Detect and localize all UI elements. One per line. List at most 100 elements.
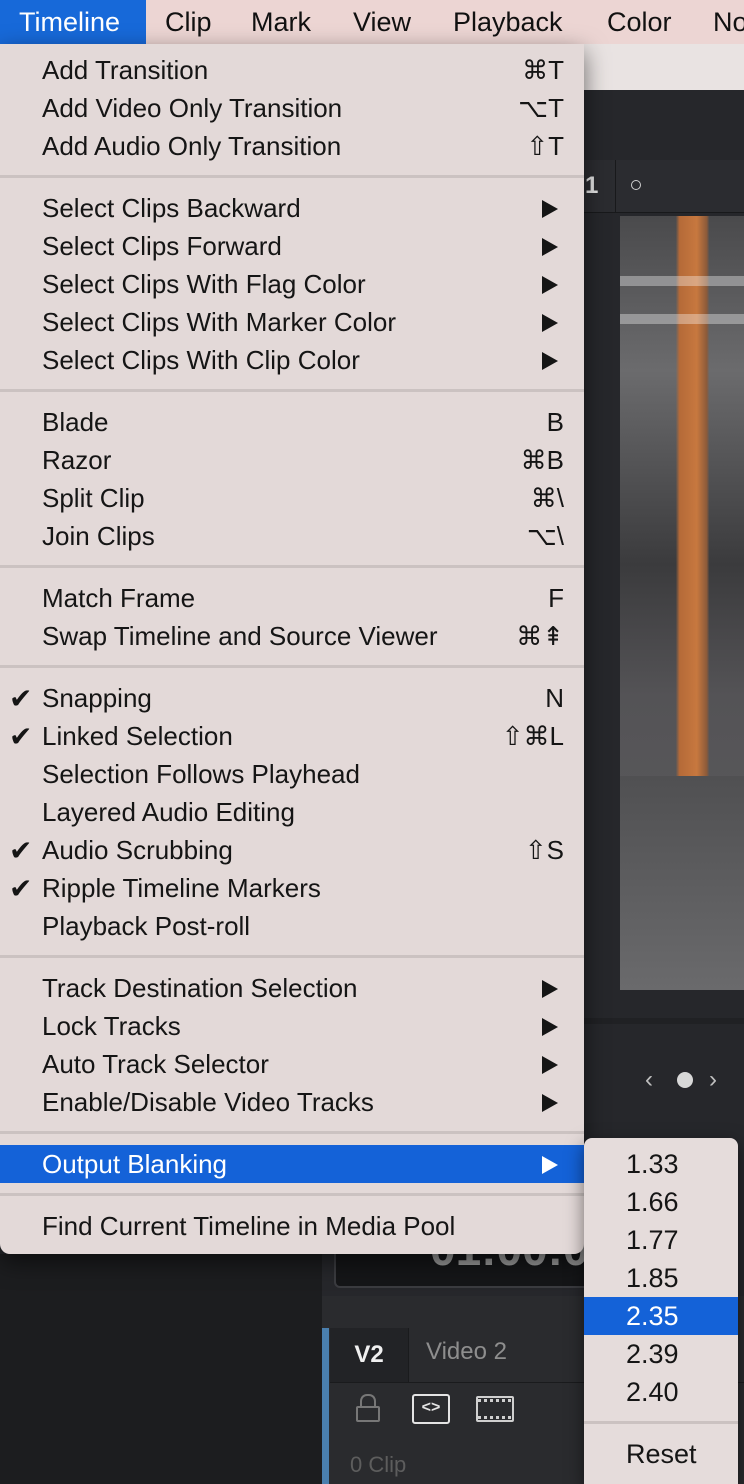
menu-item-find-current-timeline-in-media-pool[interactable]: Find Current Timeline in Media Pool	[0, 1207, 584, 1245]
submenu-arrow-icon	[542, 352, 558, 370]
submenu-item-2-35[interactable]: 2.35	[584, 1297, 738, 1335]
menu-item-shortcut: F	[548, 583, 564, 613]
menu-item-layered-audio-editing[interactable]: Layered Audio Editing	[0, 793, 584, 831]
reset-button[interactable]: Reset	[584, 1435, 738, 1473]
viewer-dot-icon[interactable]	[631, 180, 641, 190]
menu-item-select-clips-forward[interactable]: Select Clips Forward	[0, 227, 584, 265]
menu-item-label: Output Blanking	[42, 1149, 228, 1179]
menu-item-label: Add Video Only Transition	[42, 93, 343, 123]
menu-bar: Timeline Clip Mark View Playback Color No	[0, 0, 744, 44]
playhead-dot-icon[interactable]	[677, 1072, 693, 1088]
menu-item-label: Select Clips With Flag Color	[42, 269, 366, 299]
lock-icon[interactable]	[356, 1394, 380, 1422]
submenu-item-1-77[interactable]: 1.77	[584, 1221, 738, 1259]
menu-item-enable-disable-video-tracks[interactable]: Enable/Disable Video Tracks	[0, 1083, 584, 1121]
menu-item-shortcut: ⇧S	[524, 835, 564, 865]
submenu-item-label: 1.66	[626, 1187, 679, 1217]
checkmark-icon: ✔	[9, 835, 33, 866]
menu-item-shortcut: ⌘T	[522, 55, 564, 85]
clip-count: 0 Clip	[350, 1452, 407, 1477]
menubar-item-playback[interactable]: Playback	[434, 0, 588, 44]
menu-item-label: Select Clips With Clip Color	[42, 345, 360, 375]
menu-item-playback-post-roll[interactable]: Playback Post-roll	[0, 907, 584, 945]
menu-item-auto-track-selector[interactable]: Auto Track Selector	[0, 1045, 584, 1083]
menu-item-label: Blade	[42, 407, 109, 437]
menu-item-linked-selection[interactable]: ✔ Linked Selection ⇧⌘L	[0, 717, 584, 755]
menubar-item-no[interactable]: No	[694, 0, 744, 44]
menu-separator	[0, 955, 584, 958]
menu-item-add-video-only-transition[interactable]: Add Video Only Transition ⌥T	[0, 89, 584, 127]
menu-item-shortcut: ⌘B	[520, 445, 564, 475]
menu-item-select-clips-backward[interactable]: Select Clips Backward	[0, 189, 584, 227]
menu-item-label: Add Transition	[42, 55, 209, 85]
menu-item-add-audio-only-transition[interactable]: Add Audio Only Transition ⇧T	[0, 127, 584, 165]
menu-item-select-clips-with-marker-color[interactable]: Select Clips With Marker Color	[0, 303, 584, 341]
menu-item-label: Add Audio Only Transition	[42, 131, 342, 161]
viewer-nav: ‹ ›	[585, 1060, 744, 1102]
menubar-item-color[interactable]: Color	[588, 0, 694, 44]
menu-item-label: Find Current Timeline in Media Pool	[42, 1211, 456, 1241]
film-icon[interactable]	[476, 1396, 514, 1422]
reset-label: Reset	[626, 1439, 697, 1469]
menu-item-lock-tracks[interactable]: Lock Tracks	[0, 1007, 584, 1045]
menu-item-label: Lock Tracks	[42, 1011, 181, 1041]
submenu-arrow-icon	[542, 276, 558, 294]
left-panel	[0, 1254, 322, 1484]
submenu-item-label: 1.85	[626, 1263, 679, 1293]
menu-item-snapping[interactable]: ✔ Snapping N	[0, 679, 584, 717]
menu-item-label: Selection Follows Playhead	[42, 759, 360, 789]
previous-icon[interactable]: ‹	[645, 1066, 653, 1094]
submenu-arrow-icon	[542, 238, 558, 256]
menu-item-ripple-timeline-markers[interactable]: ✔ Ripple Timeline Markers	[0, 869, 584, 907]
menu-item-track-destination-selection[interactable]: Track Destination Selection	[0, 969, 584, 1007]
menubar-item-clip[interactable]: Clip	[146, 0, 232, 44]
menu-item-shortcut: N	[545, 683, 564, 713]
menu-separator	[0, 389, 584, 392]
checkmark-icon: ✔	[9, 721, 33, 752]
menu-item-blade[interactable]: Blade B	[0, 403, 584, 441]
submenu-item-1-33[interactable]: 1.33	[584, 1145, 738, 1183]
next-icon[interactable]: ›	[709, 1066, 717, 1094]
menu-item-shortcut: ⌘⇞	[516, 621, 564, 651]
menu-item-output-blanking[interactable]: Output Blanking	[0, 1145, 584, 1183]
submenu-arrow-icon	[542, 314, 558, 332]
viewer-video-frame	[620, 216, 744, 990]
menu-separator	[0, 1193, 584, 1196]
submenu-item-2-40[interactable]: 2.40	[584, 1373, 738, 1411]
menu-item-add-transition[interactable]: Add Transition ⌘T	[0, 51, 584, 89]
submenu-item-1-85[interactable]: 1.85	[584, 1259, 738, 1297]
submenu-item-label: 1.77	[626, 1225, 679, 1255]
menu-item-split-clip[interactable]: Split Clip ⌘\	[0, 479, 584, 517]
menu-item-select-clips-with-clip-color[interactable]: Select Clips With Clip Color	[0, 341, 584, 379]
menu-item-label: Match Frame	[42, 583, 196, 613]
menu-item-shortcut: ⌥\	[526, 521, 564, 551]
submenu-separator	[584, 1421, 738, 1424]
menu-item-label: Swap Timeline and Source Viewer	[42, 621, 438, 651]
submenu-item-label: 2.39	[626, 1339, 679, 1369]
menubar-item-timeline[interactable]: Timeline	[0, 0, 146, 44]
menubar-item-mark[interactable]: Mark	[232, 0, 334, 44]
track-id[interactable]: V2	[330, 1328, 409, 1382]
menu-item-match-frame[interactable]: Match Frame F	[0, 579, 584, 617]
menu-item-razor[interactable]: Razor ⌘B	[0, 441, 584, 479]
submenu-item-1-66[interactable]: 1.66	[584, 1183, 738, 1221]
menu-item-join-clips[interactable]: Join Clips ⌥\	[0, 517, 584, 555]
auto-select-icon[interactable]: <>	[412, 1394, 450, 1424]
menu-item-label: Select Clips With Marker Color	[42, 307, 396, 337]
menubar-item-view[interactable]: View	[334, 0, 434, 44]
menu-separator	[0, 665, 584, 668]
menu-separator	[0, 1131, 584, 1134]
submenu-item-label: 2.35	[626, 1301, 679, 1331]
timeline-menu: Add Transition ⌘T Add Video Only Transitio…	[0, 44, 584, 1254]
checkmark-icon: ✔	[9, 873, 33, 904]
submenu-arrow-icon	[542, 1018, 558, 1036]
track-name[interactable]: Video 2	[426, 1338, 507, 1366]
menu-item-selection-follows-playhead[interactable]: Selection Follows Playhead	[0, 755, 584, 793]
menu-item-swap-timeline-and-source-viewer[interactable]: Swap Timeline and Source Viewer ⌘⇞	[0, 617, 584, 655]
menu-item-select-clips-with-flag-color[interactable]: Select Clips With Flag Color	[0, 265, 584, 303]
menu-separator	[0, 175, 584, 178]
checkmark-icon: ✔	[9, 683, 33, 714]
submenu-arrow-icon	[542, 1094, 558, 1112]
submenu-item-2-39[interactable]: 2.39	[584, 1335, 738, 1373]
menu-item-audio-scrubbing[interactable]: ✔ Audio Scrubbing ⇧S	[0, 831, 584, 869]
